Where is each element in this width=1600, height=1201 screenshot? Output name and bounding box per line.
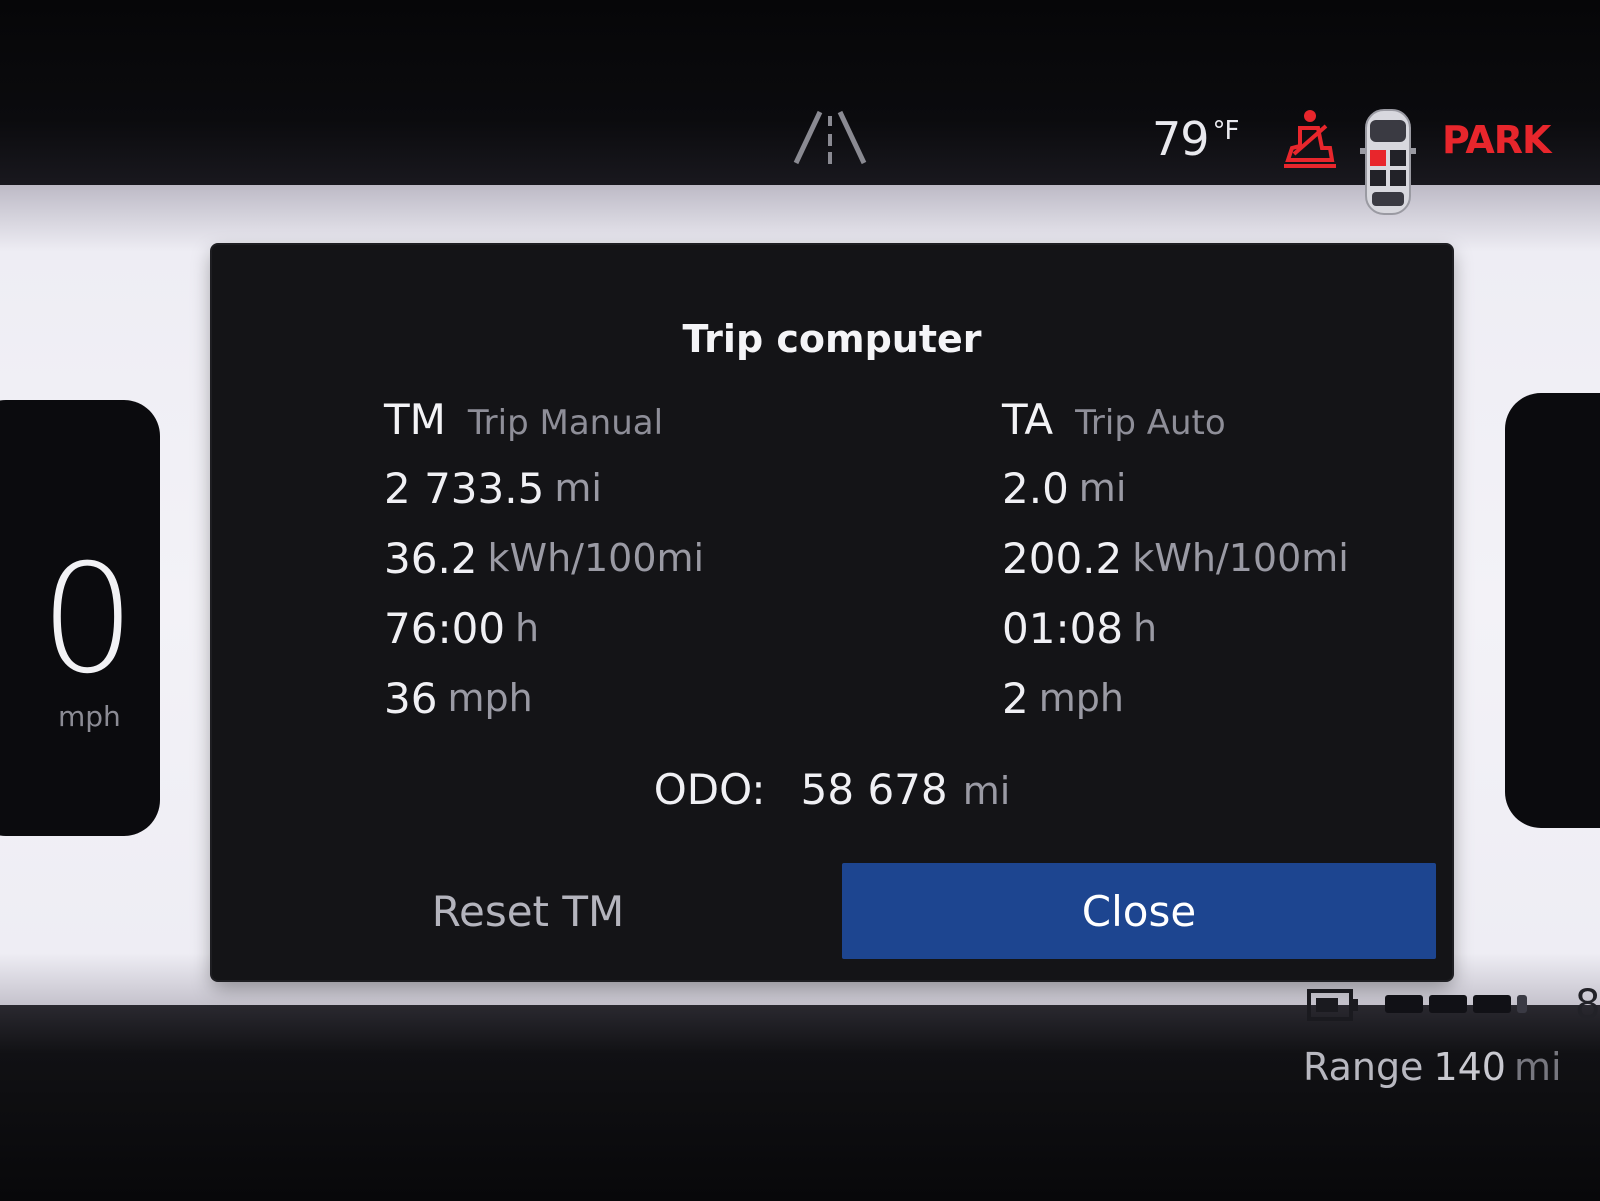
odometer-value: 58 678 <box>800 765 948 814</box>
charge-segment <box>1473 995 1511 1013</box>
right-gauge-panel <box>1505 393 1600 828</box>
trip-manual-column: TM Trip Manual 2 733.5 mi 36.2 kWh/100mi… <box>384 395 864 733</box>
trip-manual-header: TM Trip Manual <box>384 395 864 453</box>
trip-auto-abbr: TA <box>1002 395 1054 444</box>
stat-unit: kWh/100mi <box>487 536 705 580</box>
temperature-unit: °F <box>1212 116 1240 146</box>
stat-unit: mi <box>554 466 602 510</box>
stat-unit: mph <box>1038 676 1124 720</box>
trip-manual-abbr: TM <box>384 395 446 444</box>
range-readout: Range 140 mi <box>1303 1045 1562 1089</box>
range-unit: mi <box>1513 1045 1562 1089</box>
seatbelt-warning-icon <box>1284 110 1336 168</box>
stat-unit: h <box>1133 606 1158 650</box>
close-button[interactable]: Close <box>842 863 1436 959</box>
stat-value: 200.2 <box>1002 533 1123 583</box>
charge-segment <box>1385 995 1423 1013</box>
trip-auto-avg-speed: 2 mph <box>1002 663 1482 733</box>
range-label: Range <box>1303 1045 1424 1089</box>
stat-value: 2.0 <box>1002 463 1069 513</box>
trip-manual-distance: 2 733.5 mi <box>384 453 864 523</box>
bottom-area <box>0 1005 1600 1201</box>
stat-unit: h <box>515 606 540 650</box>
temperature-value: 79 <box>1152 112 1210 166</box>
stat-value: 2 <box>1002 673 1029 723</box>
stat-value: 76:00 <box>384 603 506 653</box>
gear-indicator: PARK <box>1442 118 1551 162</box>
road-lane-icon <box>793 110 867 165</box>
charge-percent: 8 <box>1575 982 1600 1028</box>
stat-value: 36 <box>384 673 438 723</box>
range-value: 140 <box>1433 1045 1506 1089</box>
battery-icon <box>1307 989 1358 1021</box>
stat-value: 36.2 <box>384 533 478 583</box>
odometer-label: ODO: <box>653 765 766 814</box>
trip-manual-name: Trip Manual <box>467 403 664 443</box>
dialog-title: Trip computer <box>682 317 982 361</box>
reset-tm-button[interactable]: Reset TM <box>228 863 828 959</box>
odometer: ODO: 58 678 mi <box>212 765 1452 814</box>
trip-manual-consumption: 36.2 kWh/100mi <box>384 523 864 593</box>
trip-computer-dialog: Trip computer TM Trip Manual 2 733.5 mi … <box>212 245 1452 980</box>
trip-manual-avg-speed: 36 mph <box>384 663 864 733</box>
outside-temperature: 79 °F <box>1152 112 1240 166</box>
car-doors-icon <box>1360 109 1416 215</box>
charge-segment-empty <box>1517 995 1527 1013</box>
trip-auto-name: Trip Auto <box>1075 403 1226 443</box>
stat-value: 2 733.5 <box>384 463 545 513</box>
stat-unit: mi <box>1078 466 1127 510</box>
stat-value: 01:08 <box>1002 603 1124 653</box>
speed-value: 0 <box>40 533 136 707</box>
charge-segment <box>1429 995 1467 1013</box>
charge-level-bar <box>1385 995 1557 1013</box>
trip-auto-distance: 2.0 mi <box>1002 453 1482 523</box>
trip-manual-time: 76:00 h <box>384 593 864 663</box>
stat-unit: mph <box>447 676 533 720</box>
odometer-unit: mi <box>962 769 1011 813</box>
trip-auto-consumption: 200.2 kWh/100mi <box>1002 523 1482 593</box>
trip-auto-time: 01:08 h <box>1002 593 1482 663</box>
trip-auto-header: TA Trip Auto <box>1002 395 1482 453</box>
stat-unit: kWh/100mi <box>1132 536 1349 580</box>
trip-auto-column: TA Trip Auto 2.0 mi 200.2 kWh/100mi 01:0… <box>1002 395 1482 733</box>
speed-unit: mph <box>58 700 121 733</box>
